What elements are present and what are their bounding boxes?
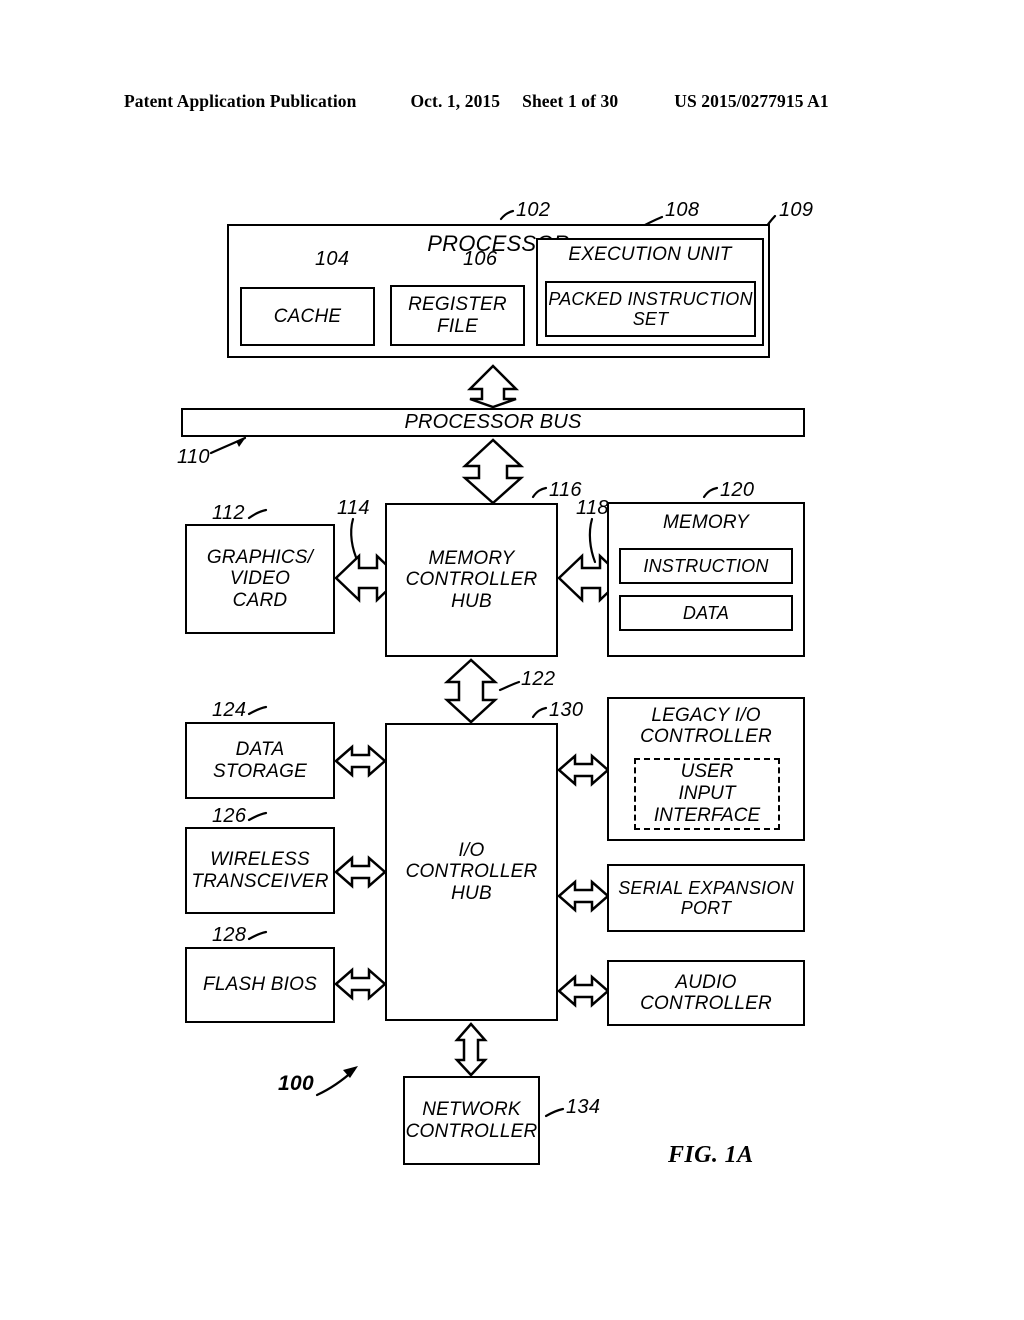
register-file-block[interactable]: REGISTER FILE xyxy=(390,285,525,346)
ref-104: 104 xyxy=(315,248,350,270)
memory-controller-hub-label: MEMORY CONTROLLER HUB xyxy=(405,548,538,612)
user-input-interface-block[interactable]: USER INPUT INTERFACE xyxy=(634,758,780,830)
ref-108: 108 xyxy=(665,199,700,221)
ref-134: 134 xyxy=(566,1096,601,1118)
flash-bios-block[interactable]: FLASH BIOS xyxy=(185,947,335,1023)
graphics-video-card-block[interactable]: GRAPHICS/ VIDEO CARD xyxy=(185,524,335,634)
arrow-ich-to-audio xyxy=(557,974,610,1008)
data-storage-block[interactable]: DATA STORAGE xyxy=(185,722,335,799)
packed-instruction-set-block[interactable]: PACKED INSTRUCTION SET xyxy=(545,281,756,337)
header-sheet-text: Sheet 1 of 30 xyxy=(522,90,619,111)
leader-arrowhead-100 xyxy=(343,1066,358,1078)
arrow-ich-to-serialport xyxy=(557,879,610,913)
user-input-interface-label: USER INPUT INTERFACE xyxy=(653,760,761,827)
legacy-io-controller-label: LEGACY I/O CONTROLLER xyxy=(640,705,772,748)
network-controller-label: NETWORK CONTROLLER xyxy=(405,1099,538,1142)
arrow-mch-to-ich xyxy=(443,658,499,724)
header-date-text: Oct. 1, 2015 xyxy=(410,90,501,111)
memory-data-label: DATA xyxy=(682,602,730,623)
page-header: Patent Application Publication Oct. 1, 2… xyxy=(124,86,914,116)
wireless-transceiver-label: WIRELESS TRANSCEIVER xyxy=(191,849,329,892)
memory-instruction-label: INSTRUCTION xyxy=(643,555,769,576)
processor-bus-label: PROCESSOR BUS xyxy=(404,411,582,434)
cache-label: CACHE xyxy=(273,305,342,327)
memory-instruction-block[interactable]: INSTRUCTION xyxy=(619,548,793,584)
packed-instruction-set-label: PACKED INSTRUCTION SET xyxy=(548,288,753,329)
figure-caption: FIG. 1A xyxy=(668,1142,754,1168)
ref-120: 120 xyxy=(720,479,755,501)
ref-102: 102 xyxy=(516,199,551,221)
serial-expansion-port-block[interactable]: SERIAL EXPANSION PORT xyxy=(607,864,805,932)
arrow-processor-to-bus xyxy=(466,364,520,409)
header-patent-number: US 2015/0277915 A1 xyxy=(674,90,829,111)
header-publication-text: Patent Application Publication xyxy=(124,90,357,111)
processor-bus-block[interactable]: PROCESSOR BUS xyxy=(181,408,805,437)
serial-expansion-port-label: SERIAL EXPANSION PORT xyxy=(618,877,794,918)
ref-126: 126 xyxy=(212,805,247,827)
ref-110: 110 xyxy=(177,446,210,468)
ref-128: 128 xyxy=(212,924,247,946)
audio-controller-block[interactable]: AUDIO CONTROLLER xyxy=(607,960,805,1026)
ref-100-system: 100 xyxy=(278,1072,314,1095)
ref-112: 112 xyxy=(212,502,245,524)
ref-118: 118 xyxy=(576,497,609,519)
wireless-transceiver-block[interactable]: WIRELESS TRANSCEIVER xyxy=(185,827,335,914)
arrow-flashbios-to-ich xyxy=(334,967,387,1001)
memory-controller-hub-block[interactable]: MEMORY CONTROLLER HUB xyxy=(385,503,558,657)
network-controller-block[interactable]: NETWORK CONTROLLER xyxy=(403,1076,540,1165)
audio-controller-label: AUDIO CONTROLLER xyxy=(640,971,772,1014)
io-controller-hub-label: I/O CONTROLLER HUB xyxy=(405,840,538,904)
ref-122: 122 xyxy=(521,668,556,690)
flash-bios-label: FLASH BIOS xyxy=(203,974,317,996)
ref-124: 124 xyxy=(212,699,247,721)
ref-106: 106 xyxy=(463,248,498,270)
leader-arrowhead-110 xyxy=(236,437,246,447)
ref-109: 109 xyxy=(779,199,814,221)
arrow-datastorage-to-ich xyxy=(334,744,387,778)
arrow-bus-to-mch xyxy=(461,438,525,505)
arrow-ich-to-legacyio xyxy=(557,753,610,787)
data-storage-label: DATA STORAGE xyxy=(213,739,307,782)
io-controller-hub-block[interactable]: I/O CONTROLLER HUB xyxy=(385,723,558,1021)
memory-data-block[interactable]: DATA xyxy=(619,595,793,631)
register-file-label: REGISTER FILE xyxy=(408,294,507,337)
graphics-video-card-label: GRAPHICS/ VIDEO CARD xyxy=(206,547,314,611)
arrow-ich-to-network xyxy=(454,1022,488,1077)
ref-130: 130 xyxy=(549,699,584,721)
ref-114: 114 xyxy=(337,497,370,519)
arrow-wireless-to-ich xyxy=(334,855,387,889)
memory-label: MEMORY xyxy=(663,512,749,533)
cache-block[interactable]: CACHE xyxy=(240,287,375,346)
execution-unit-label: EXECUTION UNIT xyxy=(568,244,732,265)
